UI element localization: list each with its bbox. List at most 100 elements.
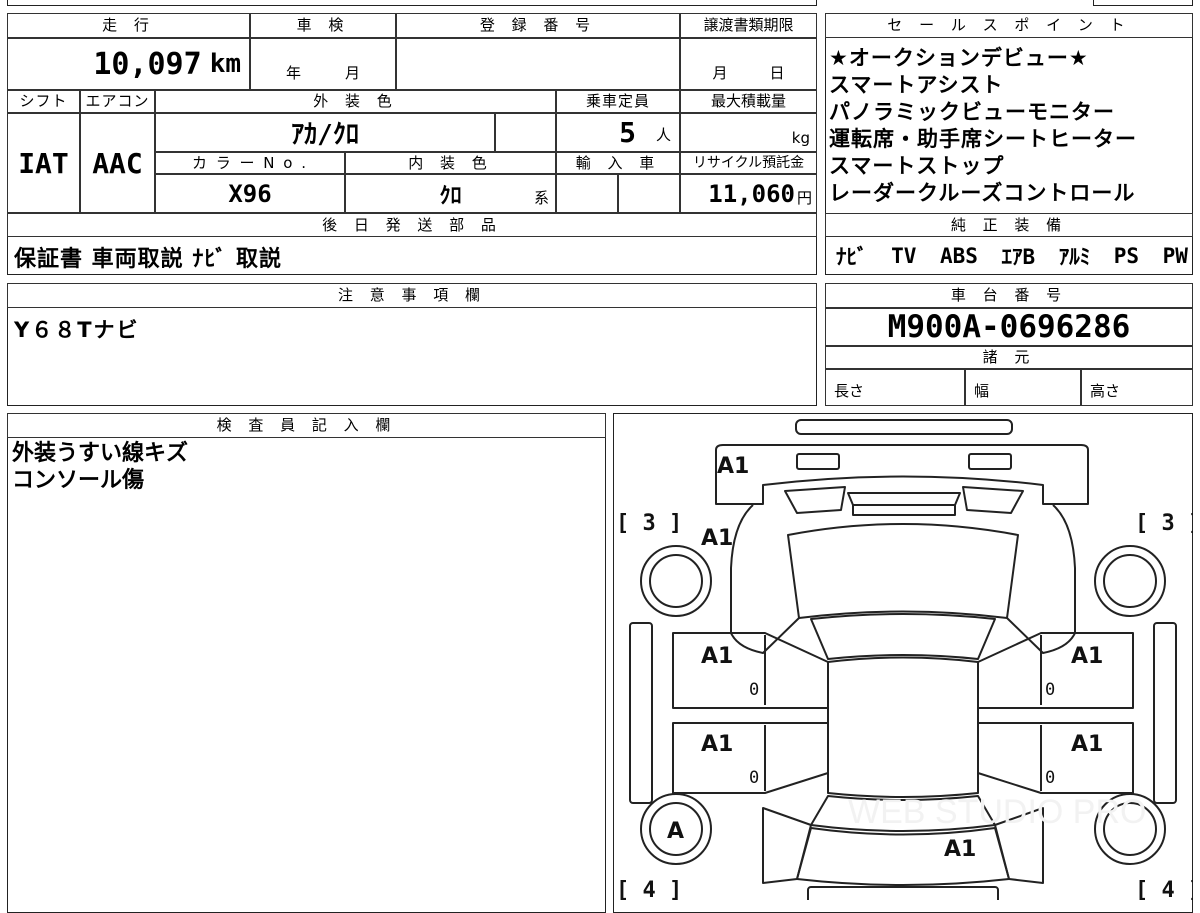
mark-rear-left-wheel: A	[667, 819, 684, 844]
exterior-color-cell: ｱｶ/ｸﾛ	[155, 113, 495, 152]
recycle-value: 11,060	[708, 179, 795, 208]
max-load-cell: kg	[680, 113, 817, 152]
equipment-item: ｱﾙﾐ	[1058, 245, 1091, 269]
color-no-value: X96	[228, 179, 272, 208]
inspector-notes: 外装うすい線キズ コンソール傷	[12, 440, 188, 494]
inspection-month: 月	[345, 64, 361, 82]
hood	[787, 523, 1019, 619]
equipment-item: ﾅﾋﾞ	[836, 245, 868, 269]
equipment-item: TV	[891, 244, 917, 268]
registration-cell	[396, 38, 680, 90]
interior-color-cell: ｸﾛ 系	[345, 174, 556, 213]
mileage-unit: km	[209, 49, 241, 79]
mark-front-right-door: A1	[1071, 644, 1103, 669]
rear-hatch	[796, 827, 1010, 886]
transfer-cell: 月 日	[680, 38, 817, 90]
mark-front-left-fender: A1	[701, 526, 733, 551]
specs-header: 諸 元	[825, 346, 1193, 369]
mark-front-bumper: A1	[717, 454, 749, 479]
equipment-item: PW	[1162, 244, 1188, 268]
body-right	[1006, 504, 1076, 654]
import-cell-a	[556, 174, 618, 213]
interior-color-value: ｸﾛ	[439, 183, 462, 209]
equipment-item: PS	[1113, 244, 1140, 268]
zero-front-right-door: 0	[1045, 680, 1055, 700]
width-label: 幅	[974, 382, 990, 400]
interior-color-suffix: 系	[533, 189, 549, 207]
exterior-color-header: 外 装 色	[155, 90, 556, 113]
front-bumper-strip	[795, 419, 1013, 435]
bracket-front-left: [ 3 ]	[616, 511, 682, 536]
later-parts-value: 保証書 車両取説 ﾅﾋﾞ 取説	[14, 247, 282, 272]
right-rear-door	[977, 722, 1134, 794]
bracket-front-right: [ 3 ]	[1135, 511, 1193, 536]
mark-rear-panel: A1	[944, 837, 976, 862]
mileage-header: 走 行	[7, 13, 250, 38]
transfer-day: 日	[769, 64, 785, 82]
inspector-line: 外装うすい線キズ	[12, 441, 189, 466]
color-no-cell: X96	[155, 174, 345, 213]
sales-point-item: スマートストップ	[829, 154, 1005, 178]
max-load-unit: kg	[791, 129, 810, 147]
chassis-header: 車 台 番 号	[825, 283, 1193, 308]
import-header: 輸 入 車	[556, 152, 680, 174]
watermark: WEB STUDIO PRO	[848, 793, 1146, 831]
inspection-header: 車 検	[250, 13, 396, 38]
interior-color-header: 内 装 色	[345, 152, 556, 174]
capacity-unit: 人	[655, 126, 671, 144]
inspector-line: コンソール傷	[12, 468, 145, 493]
headlight-left	[784, 486, 846, 514]
shift-cell: IAT	[7, 113, 80, 213]
shift-header: シフト	[7, 90, 80, 113]
max-load-header: 最大積載量	[680, 90, 817, 113]
sales-point-item: ★オークションデビュー★	[829, 46, 1089, 70]
mileage-value: 10,097	[93, 46, 202, 82]
capacity-cell: 5 人	[556, 113, 680, 152]
zero-rear-right-door: 0	[1045, 768, 1055, 788]
roof	[827, 656, 979, 798]
bracket-rear-left: [ 4 ]	[616, 878, 682, 900]
equipment-item: ABS	[939, 244, 978, 268]
chassis-number-cell: M900A-0696286	[825, 308, 1193, 346]
aircon-cell: AAC	[80, 113, 155, 213]
exterior-color-extra	[495, 113, 556, 152]
sales-point-item: スマートアシスト	[829, 73, 1004, 97]
transfer-deadline-header: 譲渡書類期限	[680, 13, 817, 38]
notes-value: Y６８Tナビ	[14, 318, 140, 342]
top-strip-right	[1093, 0, 1193, 6]
sales-point-item: レーダークルーズコントロール	[829, 181, 1136, 205]
length-label: 長さ	[834, 382, 865, 400]
recycle-unit: 円	[796, 189, 812, 207]
front-right-wheel-inner	[1103, 554, 1157, 608]
mark-front-left-door: A1	[701, 644, 733, 669]
sales-point-item: 運転席・助手席シートヒーター	[829, 127, 1137, 151]
later-parts-header: 後 日 発 送 部 品	[7, 213, 817, 237]
sales-point-item: パノラミックビューモニター	[829, 100, 1115, 124]
windshield	[810, 613, 996, 660]
front-bumper	[715, 444, 1089, 505]
mileage-cell: 10,097 km	[7, 38, 250, 90]
height-label: 高さ	[1090, 382, 1121, 400]
left-skirt	[629, 622, 653, 804]
inspection-year: 年	[285, 64, 301, 82]
bracket-rear-right: [ 4 ]	[1135, 878, 1193, 900]
inspector-header: 検 査 員 記 入 欄	[7, 413, 606, 438]
equipment-header: 純 正 装 備	[825, 213, 1193, 237]
zero-rear-left-door: 0	[749, 768, 759, 788]
front-left-wheel	[640, 545, 712, 617]
import-cell-b	[618, 174, 680, 213]
grille-lower	[852, 505, 956, 516]
body-left	[730, 504, 800, 654]
top-strip	[7, 0, 817, 6]
right-skirt	[1153, 622, 1177, 804]
fog-lamp-right	[968, 453, 1012, 470]
notes-header: 注 意 事 項 欄	[7, 283, 817, 308]
aircon-header: エアコン	[80, 90, 155, 113]
rear-bumper	[807, 886, 999, 900]
sales-points-list: ★オークションデビュー★ スマートアシスト パノラミックビューモニター 運転席・…	[829, 45, 1191, 207]
registration-header: 登 録 番 号	[396, 13, 680, 38]
inspection-cell: 年 月	[250, 38, 396, 90]
chassis-number: M900A-0696286	[887, 309, 1131, 345]
height-cell: 高さ	[1081, 369, 1193, 406]
shift-value: IAT	[18, 146, 69, 180]
